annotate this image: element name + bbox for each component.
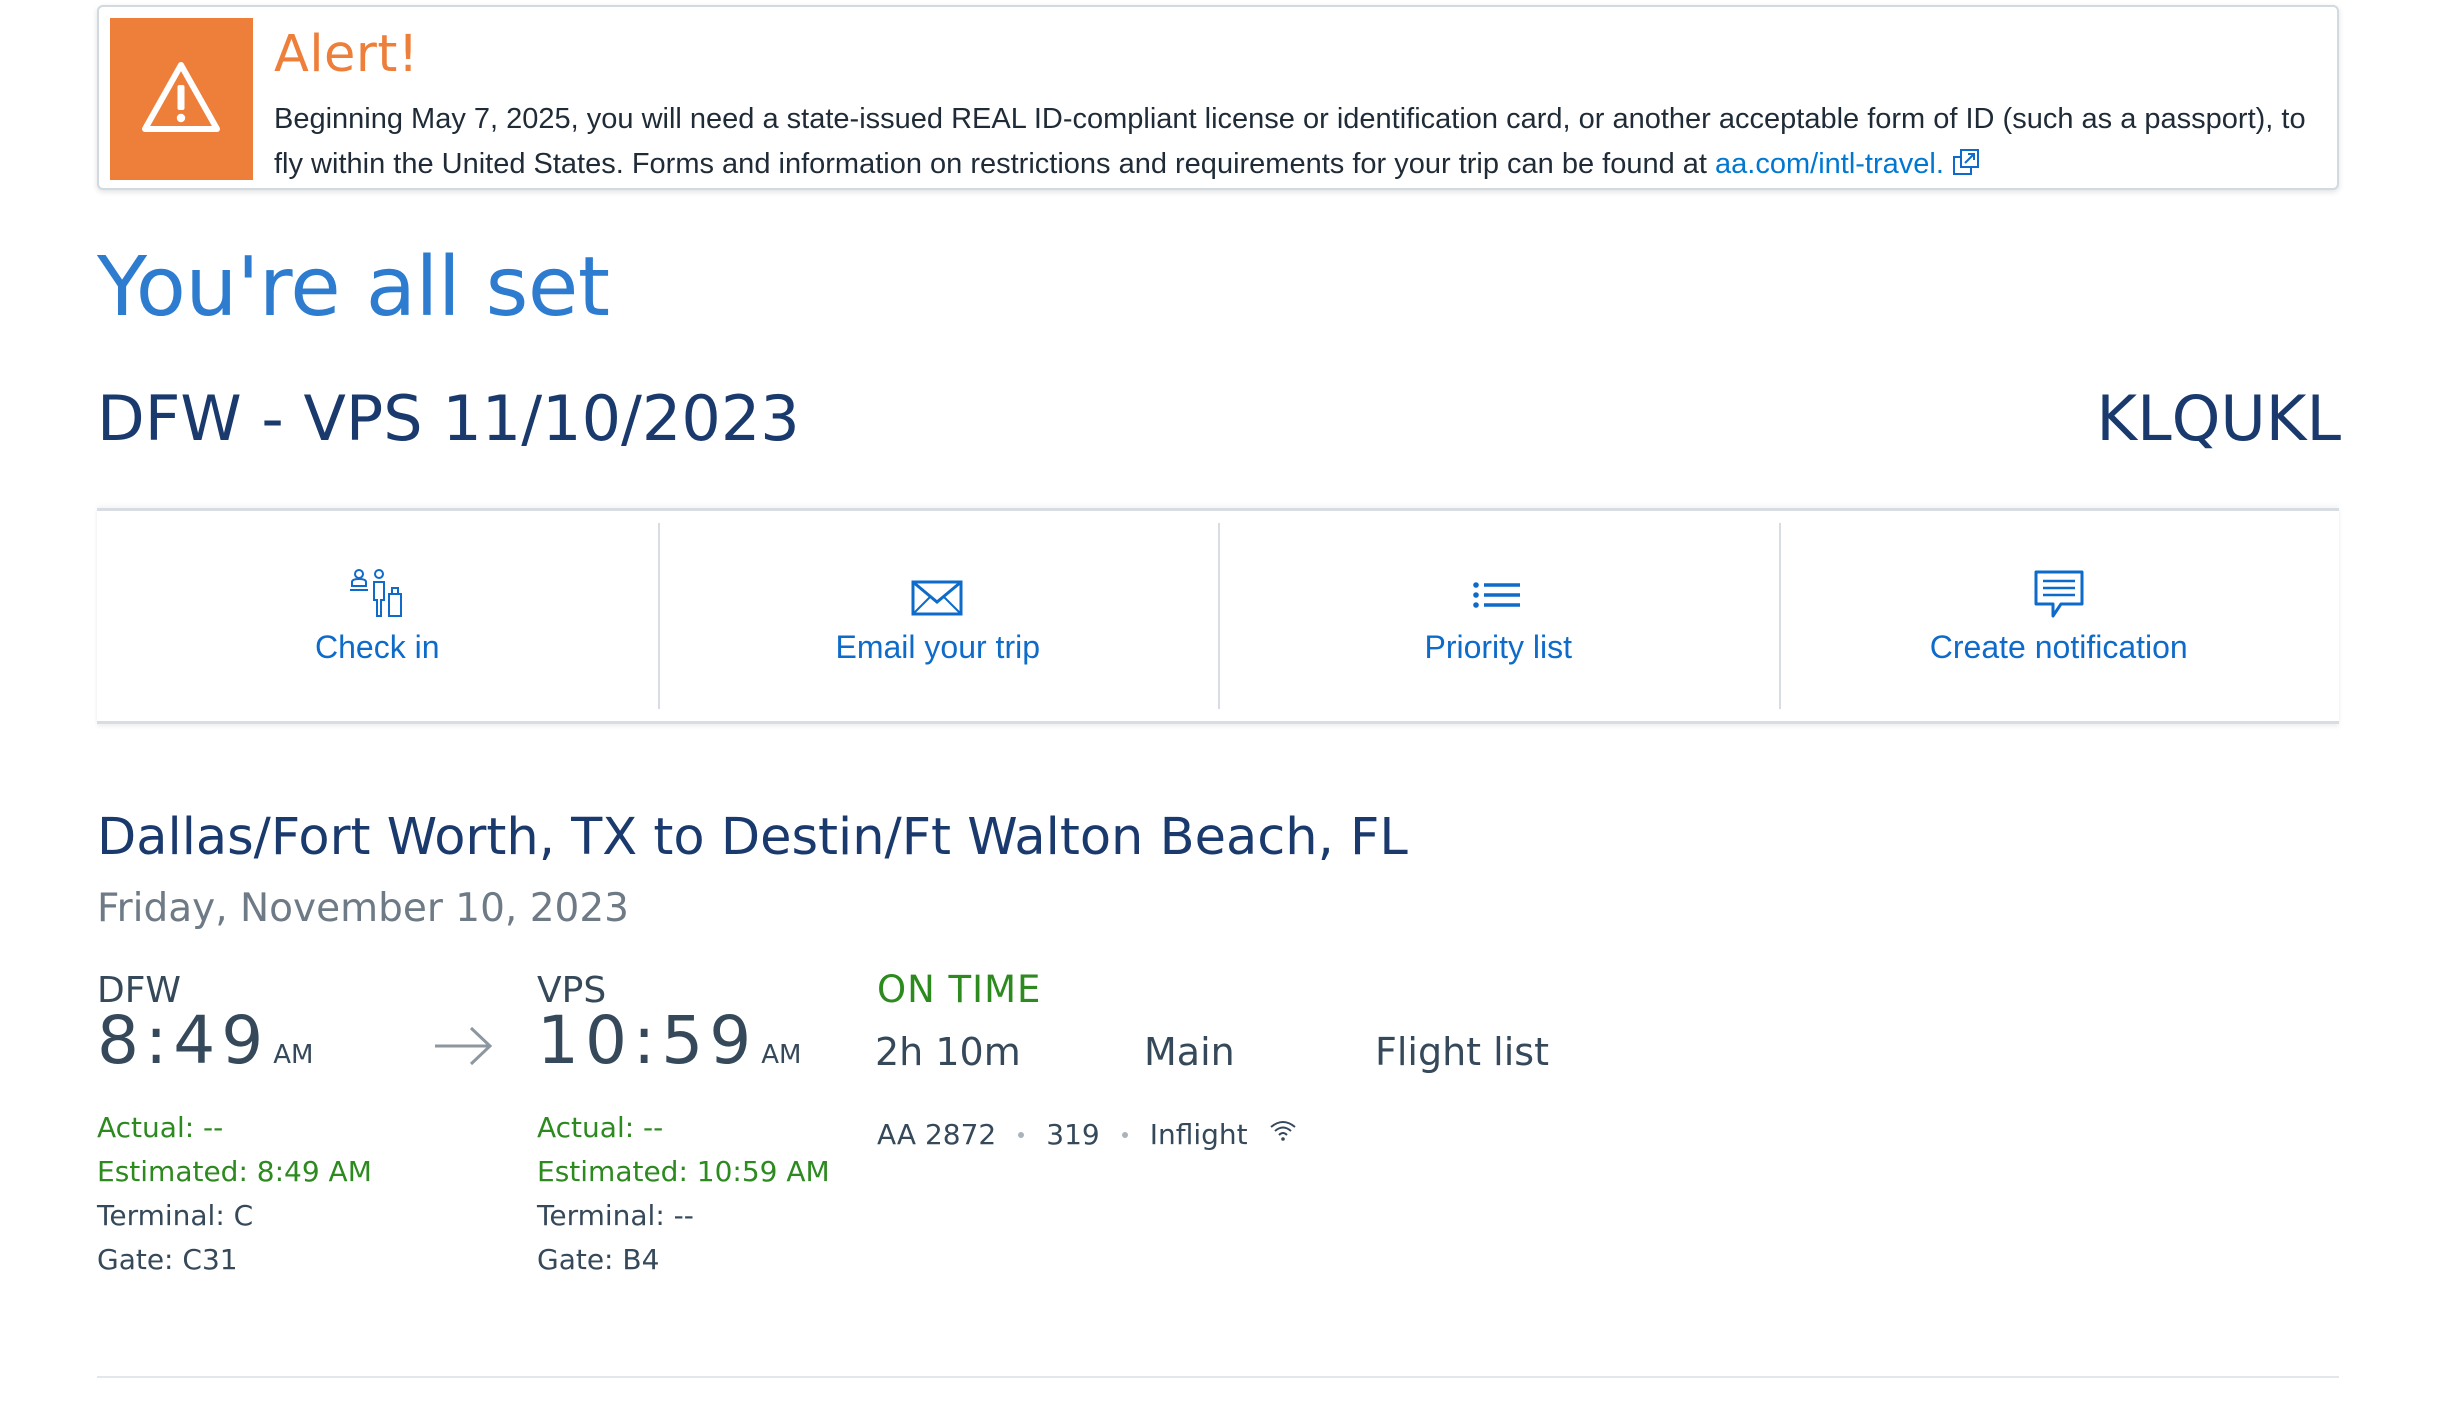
- wifi-icon: [1269, 1120, 1296, 1141]
- arrival-actual: Actual: --: [537, 1111, 664, 1144]
- check-in-label: Check in: [315, 629, 440, 665]
- separator-dot: [1121, 1131, 1128, 1138]
- create-notification-label: Create notification: [1929, 629, 2188, 665]
- arrival-time: 10:59 AM: [537, 1002, 801, 1079]
- arrival-ampm: AM: [761, 1040, 802, 1070]
- section-divider: [97, 1376, 2339, 1378]
- flight-list-link[interactable]: Flight list: [1375, 1030, 1549, 1074]
- inflight-label: Inflight: [1149, 1118, 1248, 1151]
- trip-summary: DFW - VPS 11/10/2023: [97, 382, 800, 455]
- priority-list-button[interactable]: Priority list: [1218, 511, 1779, 721]
- flight-number: AA 2872: [877, 1118, 997, 1151]
- alert-message: Beginning May 7, 2025, you will need a s…: [274, 97, 2314, 190]
- create-notification-button[interactable]: Create notification: [1778, 511, 2340, 721]
- flight-status-badge: ON TIME: [877, 968, 1042, 1011]
- flight-duration: 2h 10m: [875, 1030, 1021, 1074]
- cabin-class: Main: [1144, 1030, 1235, 1074]
- alert-banner: Alert! Beginning May 7, 2025, you will n…: [97, 5, 2339, 190]
- arrow-right-icon: [435, 1026, 493, 1066]
- alert-title: Alert!: [274, 25, 419, 84]
- departure-gate: Gate: C31: [97, 1243, 238, 1276]
- check-in-icon: [350, 569, 403, 617]
- intl-travel-link[interactable]: aa.com/intl-travel.: [1715, 148, 1944, 180]
- departure-actual: Actual: --: [97, 1111, 224, 1144]
- arrival-terminal: Terminal: --: [537, 1199, 694, 1232]
- flight-route-title: Dallas/Fort Worth, TX to Destin/Ft Walto…: [97, 808, 1408, 867]
- departure-ampm: AM: [273, 1040, 314, 1070]
- envelope-icon: [911, 580, 963, 616]
- check-in-button[interactable]: Check in: [97, 511, 658, 721]
- arrival-time-value: 10:59: [537, 1002, 758, 1079]
- email-trip-button[interactable]: Email your trip: [657, 511, 1219, 721]
- external-link-icon[interactable]: [1952, 145, 1982, 190]
- confirmation-heading: You're all set: [97, 240, 610, 335]
- email-trip-label: Email your trip: [835, 629, 1041, 665]
- record-locator: KLQUKL: [2096, 382, 2341, 455]
- departure-time-value: 8:49: [97, 1002, 270, 1079]
- arrival-gate: Gate: B4: [537, 1243, 660, 1276]
- notification-icon: [2034, 570, 2084, 618]
- alert-icon-box: [110, 18, 253, 180]
- alert-message-text: Beginning May 7, 2025, you will need a s…: [274, 103, 2306, 180]
- warning-icon: [142, 62, 220, 132]
- trip-actions-bar: Check in Email your trip Priority list C…: [97, 508, 2339, 724]
- departure-time: 8:49 AM: [97, 1002, 313, 1079]
- departure-terminal: Terminal: C: [97, 1199, 254, 1232]
- list-icon: [1473, 582, 1521, 608]
- aircraft-type: 319: [1046, 1118, 1100, 1151]
- priority-list-label: Priority list: [1424, 629, 1573, 665]
- arrival-estimated: Estimated: 10:59 AM: [537, 1155, 830, 1188]
- flight-meta-row: AA 2872 319 Inflight: [877, 1118, 1298, 1151]
- flight-date: Friday, November 10, 2023: [97, 886, 629, 931]
- departure-estimated: Estimated: 8:49 AM: [97, 1155, 372, 1188]
- separator-dot: [1018, 1131, 1025, 1138]
